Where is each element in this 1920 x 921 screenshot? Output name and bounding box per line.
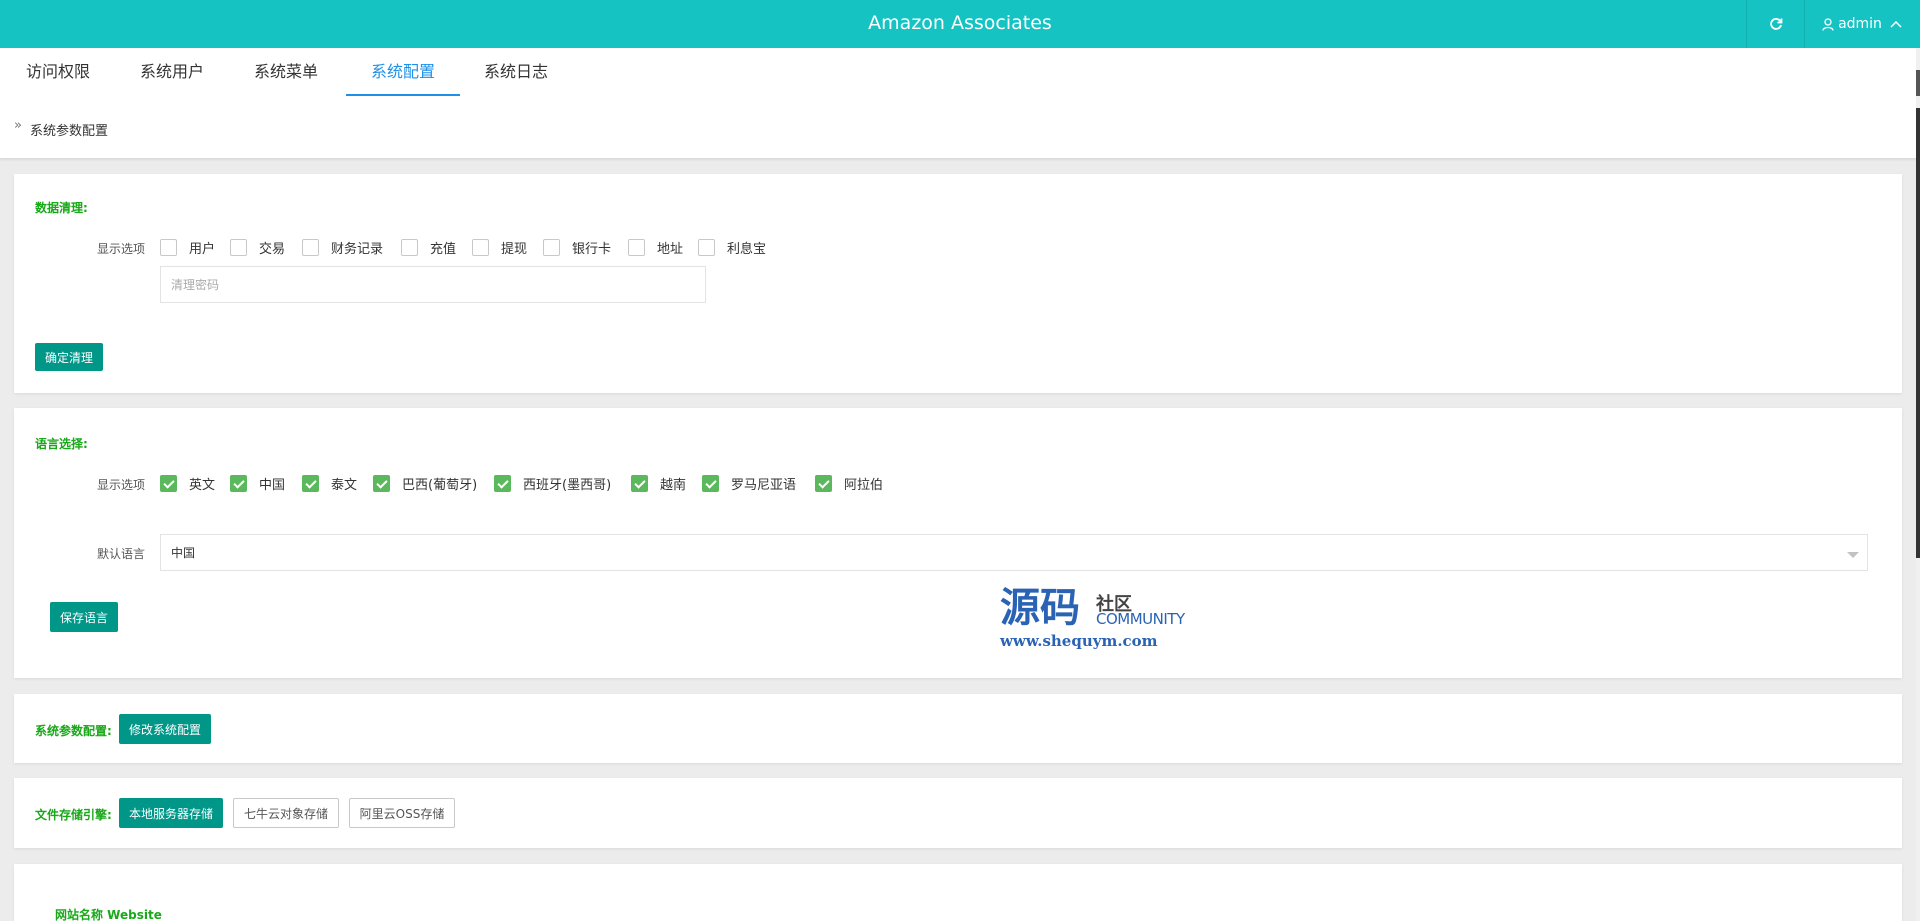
watermark-community-text: COMMUNITY [1096, 610, 1185, 628]
header-divider [1804, 0, 1805, 48]
data-clean-card: 数据清理: 显示选项 用户 交易 财务记录 充值 提现 银行卡 地址 利息宝 清… [14, 174, 1902, 393]
language-options-label: 显示选项 [97, 478, 146, 492]
language-option-vietnamese[interactable]: 越南 [631, 474, 686, 493]
checkbox[interactable] [302, 475, 319, 492]
checkbox-label: 罗马尼亚语 [731, 478, 797, 493]
clean-option-bankcard[interactable]: 银行卡 [543, 238, 611, 257]
tab-system-config[interactable]: 系统配置 [346, 48, 460, 96]
checkbox-label: 英文 [189, 478, 216, 493]
watermark-big-text: 源码 [1000, 584, 1080, 631]
tab-access-rights[interactable]: 访问权限 [14, 48, 102, 96]
checkbox-label: 财务记录 [331, 242, 384, 257]
language-option-arabic[interactable]: 阿拉伯 [815, 474, 883, 493]
checkbox-label: 用户 [189, 242, 216, 257]
data-clean-options-label: 显示选项 [97, 242, 146, 256]
checkbox[interactable] [494, 475, 511, 492]
checkbox[interactable] [401, 239, 418, 256]
language-option-romanian[interactable]: 罗马尼亚语 [702, 474, 796, 493]
checkbox-label: 西班牙(墨西哥) [523, 478, 612, 493]
watermark-logo: 源码 社区 COMMUNITY www.shequym.com [1000, 586, 1200, 656]
storage-local-button[interactable]: 本地服务器存储 [119, 798, 223, 828]
website-title: 网站名称 Website [55, 908, 162, 921]
checkbox[interactable] [160, 475, 177, 492]
checkbox[interactable] [698, 239, 715, 256]
breadcrumb-text: 系统参数配置 [30, 124, 109, 139]
storage-qiniu-button[interactable]: 七牛云对象存储 [233, 798, 339, 828]
checkbox[interactable] [230, 475, 247, 492]
refresh-button[interactable] [1748, 0, 1804, 48]
checkbox-label: 巴西(葡萄牙) [402, 478, 478, 493]
checkbox[interactable] [160, 239, 177, 256]
checkbox-label: 泰文 [331, 478, 358, 493]
user-menu[interactable]: admin [1806, 0, 1918, 48]
checkbox[interactable] [543, 239, 560, 256]
edit-system-config-button[interactable]: 修改系统配置 [119, 714, 211, 744]
clean-option-withdraw[interactable]: 提现 [472, 238, 527, 257]
language-title: 语言选择: [35, 437, 88, 451]
tab-system-menu[interactable]: 系统菜单 [242, 48, 330, 96]
confirm-clean-button[interactable]: 确定清理 [35, 343, 103, 371]
scrollbar-thumb[interactable] [1916, 108, 1920, 558]
checkbox-label: 交易 [259, 242, 286, 257]
checkbox-label: 银行卡 [572, 242, 612, 257]
system-params-title: 系统参数配置: [35, 724, 112, 738]
clean-option-address[interactable]: 地址 [628, 238, 683, 257]
clean-option-finance[interactable]: 财务记录 [302, 238, 383, 257]
breadcrumb: » 系统参数配置 [0, 96, 1916, 158]
clean-password-input[interactable]: 清理密码 [160, 266, 706, 303]
dropdown-caret-icon [1847, 552, 1859, 558]
checkbox[interactable] [815, 475, 832, 492]
user-name: admin [1838, 16, 1882, 32]
language-option-chinese[interactable]: 中国 [230, 474, 285, 493]
storage-aliyun-button[interactable]: 阿里云OSS存储 [349, 798, 455, 828]
tab-system-logs[interactable]: 系统日志 [472, 48, 560, 96]
checkbox[interactable] [302, 239, 319, 256]
default-language-value: 中国 [171, 546, 196, 560]
language-option-portuguese-brazil[interactable]: 巴西(葡萄牙) [373, 474, 477, 493]
checkbox[interactable] [631, 475, 648, 492]
user-icon [1822, 17, 1834, 31]
chevron-up-icon [1890, 20, 1902, 28]
checkbox-label: 充值 [430, 242, 457, 257]
app-title: Amazon Associates [868, 12, 1052, 34]
checkbox[interactable] [472, 239, 489, 256]
storage-card: 文件存储引擎: 本地服务器存储 七牛云对象存储 阿里云OSS存储 [14, 778, 1902, 848]
checkbox-label: 中国 [259, 478, 286, 493]
checkbox-label: 阿拉伯 [844, 478, 884, 493]
storage-title: 文件存储引擎: [35, 808, 112, 822]
language-option-thai[interactable]: 泰文 [302, 474, 357, 493]
watermark-url: www.shequym.com [1000, 632, 1158, 650]
checkbox-label: 提现 [501, 242, 528, 257]
clean-option-recharge[interactable]: 充值 [401, 238, 456, 257]
checkbox-label: 越南 [660, 478, 687, 493]
data-clean-title: 数据清理: [35, 201, 88, 215]
clean-option-users[interactable]: 用户 [160, 238, 215, 257]
language-option-english[interactable]: 英文 [160, 474, 215, 493]
checkbox-label: 地址 [657, 242, 684, 257]
double-chevron-icon: » [14, 118, 22, 133]
language-option-spanish-mexico[interactable]: 西班牙(墨西哥) [494, 474, 611, 493]
language-card: 语言选择: 显示选项 英文 中国 泰文 巴西(葡萄牙) 西班牙(墨西哥) 越南 … [14, 408, 1902, 678]
checkbox[interactable] [702, 475, 719, 492]
refresh-icon [1770, 18, 1783, 30]
tab-system-users[interactable]: 系统用户 [128, 48, 216, 96]
checkbox[interactable] [230, 239, 247, 256]
checkbox[interactable] [373, 475, 390, 492]
checkbox-label: 利息宝 [727, 242, 767, 257]
checkbox[interactable] [628, 239, 645, 256]
default-language-label: 默认语言 [97, 547, 146, 561]
system-params-card: 系统参数配置: 修改系统配置 [14, 694, 1902, 763]
clean-option-trades[interactable]: 交易 [230, 238, 285, 257]
default-language-select[interactable]: 中国 [160, 534, 1868, 571]
website-card: 网站名称 Website [14, 864, 1902, 921]
save-language-button[interactable]: 保存语言 [50, 602, 118, 632]
clean-option-interest[interactable]: 利息宝 [698, 238, 766, 257]
main-nav: 访问权限 系统用户 系统菜单 系统配置 系统日志 [0, 48, 1916, 96]
top-header: Amazon Associates admin [0, 0, 1920, 48]
scrollbar-up[interactable] [1916, 70, 1920, 96]
header-divider [1746, 0, 1747, 48]
